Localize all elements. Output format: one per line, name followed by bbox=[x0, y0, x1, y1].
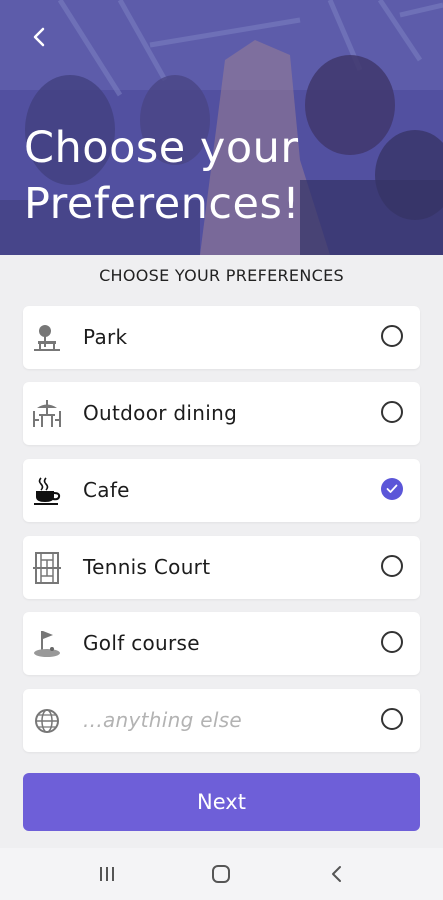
preference-tennis-court[interactable]: Tennis Court bbox=[23, 536, 420, 599]
system-nav-bar bbox=[0, 848, 443, 900]
preference-other[interactable]: ...anything else bbox=[23, 689, 420, 752]
tennis-court-icon bbox=[31, 552, 63, 584]
preference-label: Golf course bbox=[83, 631, 200, 655]
radio-tennis-court[interactable] bbox=[381, 555, 403, 577]
section-label: CHOOSE YOUR PREFERENCES bbox=[99, 266, 344, 285]
preference-label: Tennis Court bbox=[83, 555, 211, 579]
coffee-cup-icon bbox=[31, 475, 63, 507]
golf-flag-icon bbox=[31, 628, 63, 660]
page-title: Choose your Preferences! bbox=[24, 123, 301, 229]
checkmark-icon bbox=[386, 484, 398, 493]
preference-golf-course[interactable]: Golf course bbox=[23, 612, 420, 675]
hero-banner: Choose your Preferences! bbox=[0, 0, 443, 255]
radio-golf-course[interactable] bbox=[381, 631, 403, 653]
outdoor-dining-icon bbox=[31, 398, 63, 430]
preference-label: Outdoor dining bbox=[83, 401, 238, 425]
radio-park[interactable] bbox=[381, 325, 403, 347]
recent-apps-icon[interactable] bbox=[96, 864, 118, 884]
radio-outdoor-dining[interactable] bbox=[381, 401, 403, 423]
radio-cafe-selected[interactable] bbox=[381, 478, 403, 500]
preference-label: Cafe bbox=[83, 478, 130, 502]
next-button[interactable]: Next bbox=[23, 773, 420, 831]
preference-outdoor-dining[interactable]: Outdoor dining bbox=[23, 382, 420, 445]
park-icon bbox=[31, 322, 63, 354]
back-icon[interactable] bbox=[326, 864, 348, 884]
back-button[interactable] bbox=[24, 22, 54, 52]
chevron-left-icon bbox=[33, 27, 45, 47]
home-icon[interactable] bbox=[210, 864, 232, 884]
radio-other[interactable] bbox=[381, 708, 403, 730]
preference-label: Park bbox=[83, 325, 128, 349]
globe-icon bbox=[31, 705, 63, 737]
preference-cafe[interactable]: Cafe bbox=[23, 459, 420, 522]
preference-park[interactable]: Park bbox=[23, 306, 420, 369]
other-input[interactable]: ...anything else bbox=[83, 689, 242, 752]
